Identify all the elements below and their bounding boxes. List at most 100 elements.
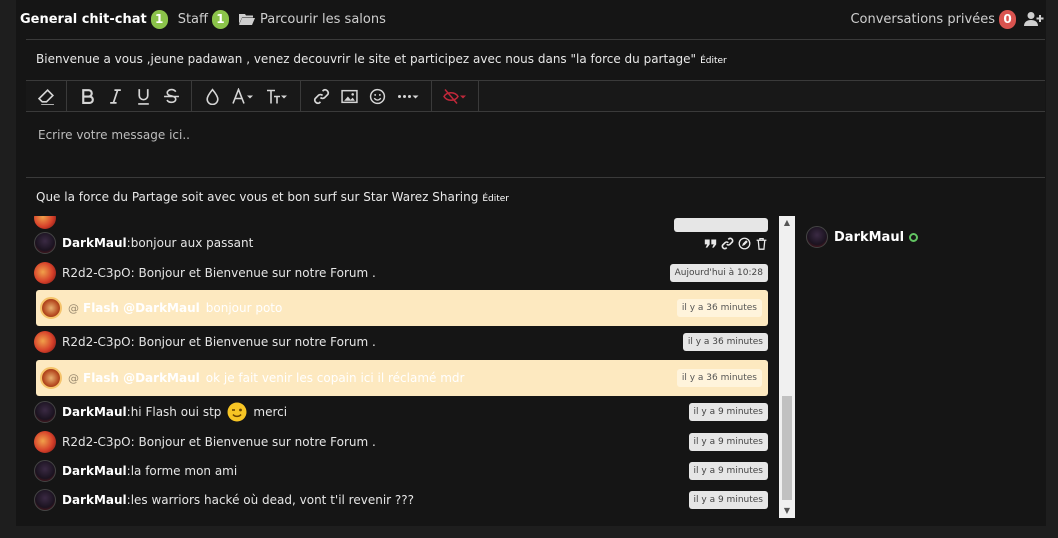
edit-footer-link[interactable]: Éditer [482, 194, 509, 204]
message-input[interactable]: Ecrire votre message ici.. [26, 112, 1045, 178]
message-scrollbar[interactable]: ▲ ▼ [779, 216, 795, 518]
toolbar-group-color [192, 81, 301, 111]
image-button[interactable] [335, 82, 363, 110]
trash-icon[interactable] [755, 237, 768, 250]
message-author[interactable]: R2d2-C3pO [62, 335, 131, 349]
footer-message: Que la force du Partage soit avec vous e… [36, 190, 509, 204]
mention-target[interactable]: @DarkMaul [123, 371, 200, 385]
wink-emoji-icon [227, 402, 247, 422]
message-time: il y a 9 minutes [688, 462, 768, 480]
unread-badge: 1 [150, 9, 168, 29]
header-tools: Conversations privées 0 [850, 0, 1044, 38]
avatar[interactable] [34, 401, 56, 423]
message-time: il y a 36 minutes [676, 369, 762, 387]
avatar[interactable] [34, 331, 56, 353]
message-author[interactable]: DarkMaul [62, 493, 127, 507]
chat-header: General chit-chat 1 Staff 1 Parcourir le… [20, 0, 1044, 38]
avatar[interactable] [34, 460, 56, 482]
list-item: DarkMaul: les warriors hacké où dead, vo… [34, 486, 768, 514]
text-height-icon [267, 89, 287, 103]
edit-icon[interactable] [738, 237, 751, 250]
browse-rooms-link[interactable]: Parcourir les salons [238, 11, 386, 27]
online-user-name[interactable]: DarkMaul [834, 230, 904, 245]
tab-label: General chit-chat [20, 11, 147, 27]
message-time: il y a 36 minutes [682, 333, 768, 351]
add-user-icon[interactable] [1024, 11, 1044, 27]
emoji-button[interactable] [363, 82, 391, 110]
message-author[interactable]: DarkMaul [62, 464, 127, 478]
quote-icon[interactable] [704, 237, 717, 250]
mention-target[interactable]: @DarkMaul [123, 301, 200, 315]
font-icon [232, 87, 253, 104]
message-author[interactable]: Flash [83, 301, 119, 315]
list-item: R2d2-C3pO: Bonjour et Bienvenue sur notr… [34, 428, 768, 456]
toolbar-group-visibility [432, 81, 479, 111]
list-item-mention: @ Flash @DarkMaul ok je fait venir les c… [36, 360, 768, 396]
online-user-item[interactable]: DarkMaul [806, 226, 919, 248]
message-text: la forme mon ami [130, 464, 238, 478]
droplet-icon [205, 87, 219, 105]
message-text: ok je fait venir les copain ici il récla… [205, 371, 465, 385]
smiley-icon [369, 88, 385, 104]
link-button[interactable] [307, 82, 335, 110]
message-author[interactable]: R2d2-C3pO [62, 266, 131, 280]
edit-welcome-link[interactable]: Éditer [700, 56, 727, 66]
avatar[interactable] [34, 262, 56, 284]
tab-staff[interactable]: Staff 1 [177, 9, 229, 29]
strikethrough-button[interactable] [157, 82, 185, 110]
mention-symbol: @ [68, 371, 79, 385]
toolbar-group-insert [301, 81, 432, 111]
font-size-button[interactable] [260, 82, 294, 110]
message-text: : Bonjour et Bienvenue sur notre Forum . [130, 335, 376, 349]
tab-general-chit-chat[interactable]: General chit-chat 1 [20, 9, 168, 29]
more-options-button[interactable] [391, 82, 425, 110]
remove-format-button[interactable] [32, 82, 60, 110]
list-item: R2d2-C3pO: Bonjour et Bienvenue sur notr… [34, 328, 768, 356]
underline-button[interactable] [129, 82, 157, 110]
avatar[interactable] [806, 226, 828, 248]
link-icon[interactable] [721, 237, 734, 250]
mention-symbol: @ [68, 301, 79, 315]
toggle-visibility-button[interactable] [438, 82, 472, 110]
unread-badge: 1 [211, 9, 229, 29]
scroll-down-arrow-icon[interactable]: ▼ [782, 506, 792, 516]
message-text: les warriors hacké où dead, vont t'il re… [130, 493, 415, 507]
message-text: hi Flash oui stp [130, 405, 222, 419]
toolbar-group-clear [26, 81, 67, 111]
message-author[interactable]: DarkMaul [62, 405, 127, 419]
message-actions [704, 237, 768, 250]
ellipsis-icon [398, 94, 419, 98]
scroll-thumb[interactable] [782, 396, 792, 500]
underline-icon [137, 88, 149, 105]
italic-icon [109, 88, 121, 104]
message-time: il y a 9 minutes [688, 403, 768, 421]
bold-button[interactable] [73, 82, 101, 110]
message-list: DarkMaul: bonjour aux passant R2d2-C3pO … [26, 216, 779, 518]
font-button[interactable] [226, 82, 260, 110]
tab-label: Staff [177, 11, 208, 27]
avatar[interactable] [40, 367, 62, 389]
list-item: R2d2-C3pO : Bonjour et Bienvenue sur not… [34, 259, 768, 287]
tab-label: Parcourir les salons [259, 11, 386, 27]
private-conversations-link[interactable]: Conversations privées [850, 12, 995, 27]
italic-button[interactable] [101, 82, 129, 110]
avatar[interactable] [34, 431, 56, 453]
list-item: DarkMaul: bonjour aux passant [34, 229, 768, 257]
scroll-up-arrow-icon[interactable]: ▲ [782, 218, 792, 228]
avatar[interactable] [34, 216, 56, 229]
list-item-mention: @ Flash @DarkMaul bonjour poto il y a 36… [36, 290, 768, 326]
welcome-message: Bienvenue a vous ,jeune padawan , venez … [36, 52, 727, 66]
editor-toolbar [26, 80, 1045, 112]
online-status-icon [909, 232, 919, 242]
message-author[interactable]: R2d2-C3pO [62, 435, 131, 449]
message-author[interactable]: Flash [83, 371, 119, 385]
message-author[interactable]: DarkMaul [62, 236, 127, 250]
avatar[interactable] [34, 232, 56, 254]
toolbar-group-text [67, 81, 192, 111]
avatar[interactable] [34, 489, 56, 511]
text-color-button[interactable] [198, 82, 226, 110]
message-time: il y a 36 minutes [676, 299, 762, 317]
divider [26, 39, 1045, 40]
bold-icon [81, 88, 94, 104]
avatar[interactable] [40, 297, 62, 319]
